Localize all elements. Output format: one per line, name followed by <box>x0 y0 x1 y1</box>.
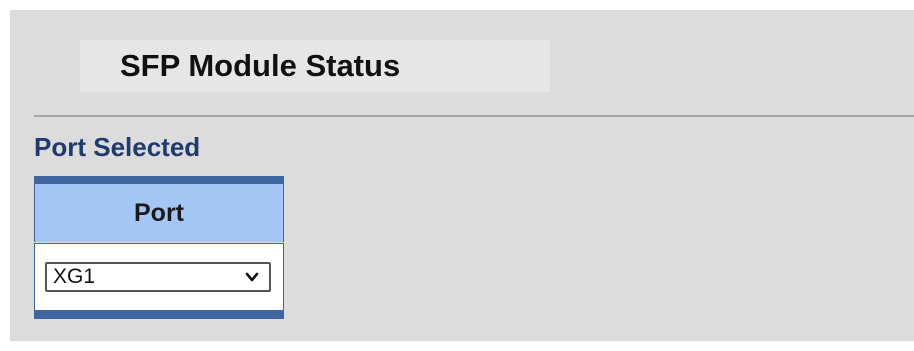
page-title: SFP Module Status <box>120 48 401 83</box>
port-select-value: XG1 <box>53 265 96 288</box>
divider <box>34 115 914 117</box>
table-top-border <box>34 176 284 184</box>
port-select[interactable]: XG1 <box>45 262 271 292</box>
table-header-port: Port <box>134 199 184 227</box>
section-label-port-selected: Port Selected <box>34 132 201 162</box>
chevron-down-icon <box>245 272 259 282</box>
table-bottom-border <box>34 310 284 319</box>
page-title-box: SFP Module Status <box>80 40 550 92</box>
port-table: Port XG1 <box>34 176 284 319</box>
page-container: SFP Module Status Port Selected Port XG1 <box>10 10 914 341</box>
table-header: Port <box>34 184 284 242</box>
table-row: XG1 <box>34 243 284 310</box>
